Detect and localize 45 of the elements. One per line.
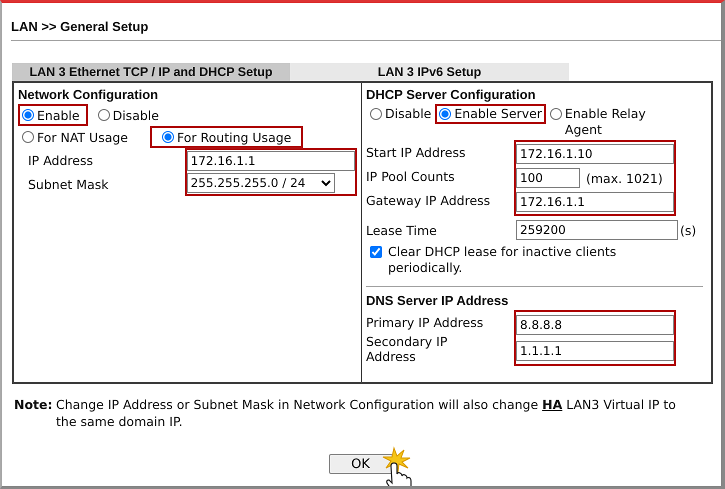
radio-button[interactable] — [22, 109, 34, 121]
page-title: LAN >> General Setup — [10, 18, 150, 36]
option-label: Enable — [37, 108, 80, 122]
radio-button[interactable] — [370, 108, 382, 120]
input-field[interactable]: 8.8.8.8 — [516, 315, 674, 335]
checkbox-label: Clear DHCP lease for inactive clients periodically. — [388, 244, 618, 276]
tab[interactable]: LAN 3 Ethernet TCP / IP and DHCP Setup — [12, 63, 290, 81]
radio-button[interactable] — [22, 131, 34, 143]
option-label: Disable — [385, 106, 432, 122]
radio-button[interactable] — [550, 108, 562, 120]
radio-button[interactable] — [439, 108, 452, 120]
option-label: Enable Relay Agent — [564, 106, 647, 138]
unit-label: (s) — [680, 222, 696, 238]
field-label: Secondary IP Address — [366, 334, 448, 364]
dropdown[interactable]: 255.255.255.0 / 24 — [186, 173, 335, 193]
note-label: Note: — [14, 396, 54, 414]
tab[interactable]: LAN 3 IPv6 Setup — [290, 63, 569, 81]
option-label: Enable Server — [454, 106, 542, 122]
field-label: Subnet Mask — [28, 176, 110, 194]
section-heading: DNS Server IP Address — [366, 293, 510, 310]
section-heading: DHCP Server Configuration — [366, 87, 537, 104]
input-field[interactable]: 172.16.1.10 — [516, 144, 674, 164]
input-field[interactable]: 172.16.1.1 — [516, 192, 674, 212]
option-label: For NAT Usage — [37, 130, 128, 144]
field-label: Gateway IP Address — [366, 192, 492, 210]
hint-text: (max. 1021) — [586, 170, 663, 186]
field-label: Start IP Address — [366, 144, 466, 162]
chevron-down-icon — [320, 180, 331, 186]
note-text: Change IP Address or Subnet Mask in Network Configuration will also change HA LAN3 Virtual IP to the same domain IP. — [56, 396, 677, 430]
field-label: IP Address — [28, 152, 94, 170]
option-label: For Routing Usage — [177, 130, 292, 144]
field-label: Lease Time — [366, 222, 438, 240]
field-label: IP Pool Counts — [366, 168, 456, 186]
ok-button[interactable]: OK — [328, 454, 392, 474]
radio-button[interactable] — [162, 131, 174, 143]
section-heading: Network Configuration — [18, 87, 160, 104]
input-field[interactable]: 259200 — [516, 220, 678, 240]
input-field[interactable]: 172.16.1.1 — [186, 151, 355, 171]
checkbox[interactable] — [370, 246, 382, 258]
radio-button[interactable] — [98, 109, 110, 121]
input-field[interactable]: 1.1.1.1 — [516, 341, 674, 361]
option-label: Disable — [112, 108, 159, 122]
input-field[interactable]: 100 — [516, 168, 580, 188]
field-label: Primary IP Address — [366, 314, 484, 332]
ha-link[interactable]: HA — [542, 397, 562, 412]
